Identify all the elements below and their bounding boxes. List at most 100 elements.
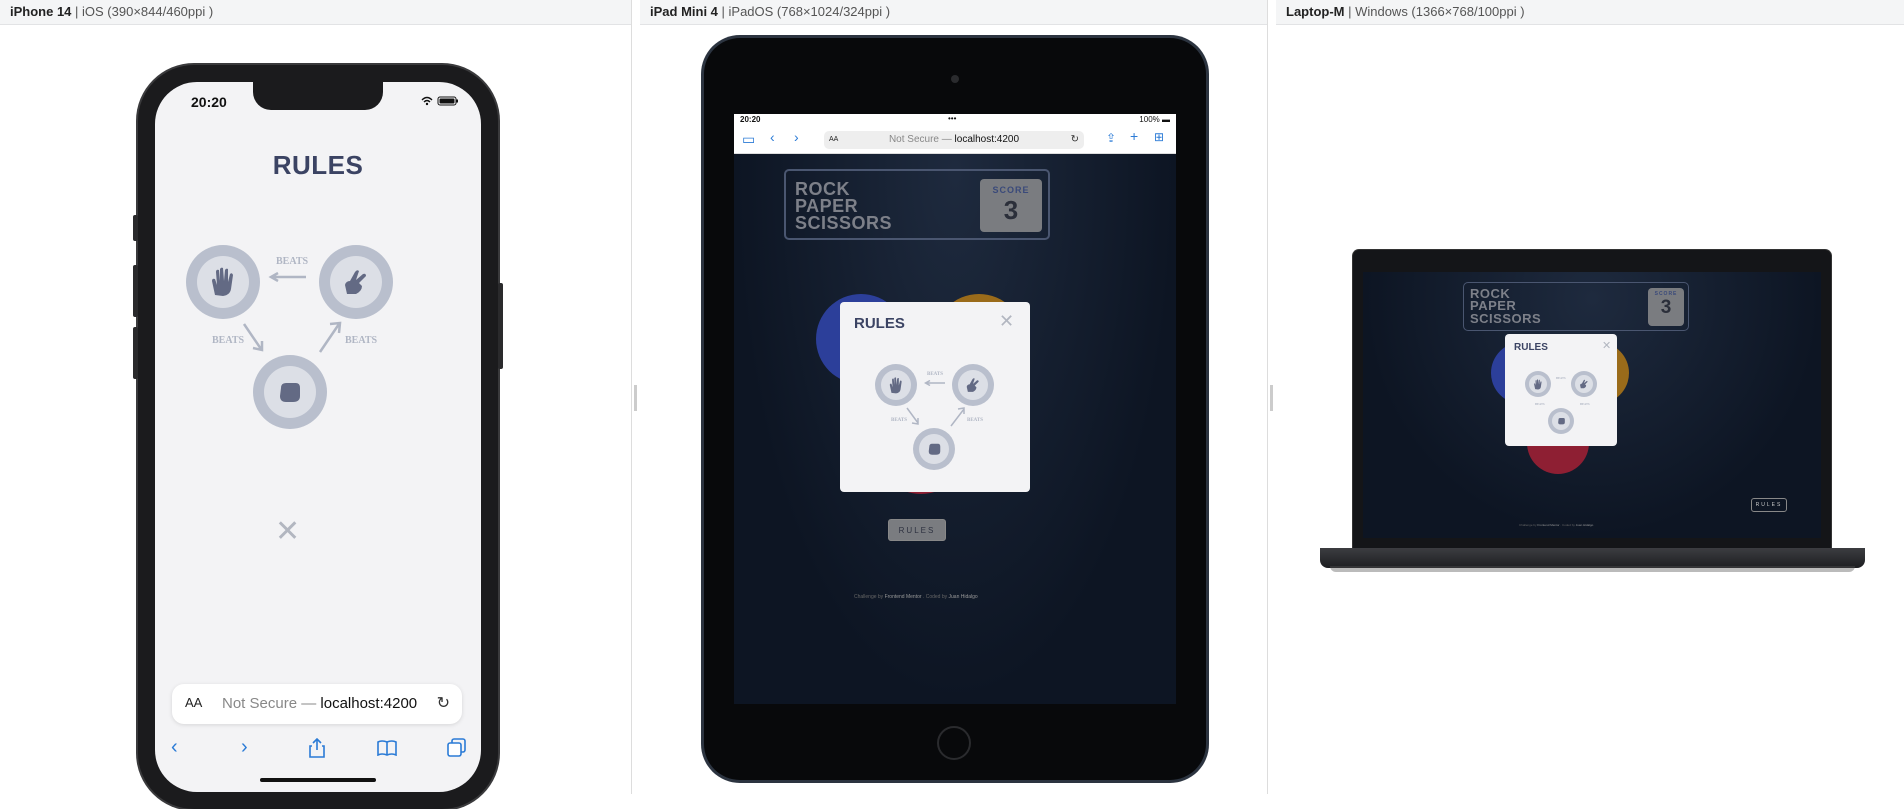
reload-icon[interactable]: ↻	[437, 693, 450, 713]
device-name: iPad Mini 4	[650, 4, 718, 19]
browser-toolbar: ▭ ‹ › AA Not Secure — localhost:4200 ↻ ⇪…	[734, 126, 1176, 154]
arrow-left-icon	[924, 380, 945, 386]
attribution: Challenge by Frontend Mentor . Coded by …	[1519, 523, 1593, 527]
title-line-scissors: SCISSORS	[795, 213, 893, 234]
arrow-up-right-icon	[318, 321, 342, 353]
panel-body: 20:20 RULES BEATS BEATS BEATS ✕ AA Not S…	[0, 25, 631, 809]
reload-icon[interactable]: ↻	[1071, 131, 1079, 149]
hand-paper-icon	[889, 376, 902, 393]
beats-label: BEATS	[212, 335, 245, 346]
back-icon[interactable]: ‹	[770, 129, 775, 145]
device-spec: | iPadOS (768×1024/324ppi )	[717, 4, 891, 19]
notch	[253, 82, 383, 110]
attribution: Challenge by Frontend Mentor . Coded by …	[854, 594, 978, 600]
share-icon[interactable]: ⇪	[1106, 131, 1116, 145]
paper-token	[1525, 371, 1551, 397]
url-host: localhost:4200	[954, 134, 1020, 145]
home-indicator	[260, 778, 376, 782]
laptop-shadow	[1330, 566, 1855, 572]
hand-scissors-icon	[345, 270, 366, 294]
game-header: ROCK PAPER SCISSORS SCORE 3	[1463, 282, 1689, 331]
hand-scissors-icon	[966, 378, 979, 392]
tabs-icon[interactable]: ⊞	[1154, 130, 1164, 144]
forward-icon[interactable]: ›	[794, 129, 799, 145]
sidebar-icon[interactable]: ▭	[742, 131, 755, 148]
device-name: Laptop-M	[1286, 4, 1345, 19]
attribution-challenge-by: Challenge by	[854, 594, 884, 600]
browser-toolbar: ‹ ›	[155, 732, 481, 772]
ipad-screen: 20:20 ••• 100% ▬ ▭ ‹ › AA Not Secure — l…	[734, 114, 1176, 704]
power-button	[498, 283, 503, 369]
resize-handle[interactable]	[1270, 385, 1273, 411]
arrow-down-right-icon	[242, 323, 264, 352]
beats-label: BEATS	[967, 418, 984, 423]
front-camera	[951, 75, 959, 83]
status-time: 20:20	[191, 94, 227, 110]
beats-label: BEATS	[1556, 376, 1566, 380]
new-tab-icon[interactable]: +	[1130, 128, 1138, 144]
rules-button[interactable]: RULES	[888, 519, 946, 541]
score-label: SCORE	[992, 185, 1030, 195]
rock-token	[1548, 408, 1574, 434]
score-box: SCORE 3	[980, 179, 1042, 232]
rock-token	[253, 355, 327, 429]
device-name: iPhone 14	[10, 4, 72, 19]
address-bar[interactable]: AA Not Secure — localhost:4200 ↻	[824, 131, 1084, 149]
coder-link[interactable]: Juan Hidalgo	[1576, 523, 1594, 527]
volume-down-button	[133, 327, 138, 379]
share-icon[interactable]	[309, 738, 325, 758]
text-size-button[interactable]: AA	[829, 131, 838, 149]
title-line-scissors: SCISSORS	[1470, 310, 1542, 326]
rules-modal: RULES ✕ BEATS BEATS BEATS	[840, 302, 1030, 492]
text-size-button[interactable]: AA	[185, 695, 202, 710]
resize-handle[interactable]	[634, 385, 637, 411]
battery-icon: 100% ▬	[1139, 115, 1170, 124]
rules-button[interactable]: RULES	[1751, 498, 1787, 512]
back-icon[interactable]: ‹	[171, 736, 178, 759]
volume-up-button	[133, 265, 138, 317]
ipad-frame: 20:20 ••• 100% ▬ ▭ ‹ › AA Not Secure — l…	[704, 38, 1206, 780]
modal-title: RULES	[1514, 342, 1548, 353]
device-header: iPhone 14 | iOS (390×844/460ppi )	[0, 0, 631, 25]
security-label: Not Secure —	[888, 134, 952, 145]
bookmarks-icon[interactable]	[377, 740, 397, 756]
wifi-battery-icon	[421, 96, 458, 106]
arrow-up-right-icon	[950, 407, 965, 427]
device-header: iPad Mini 4 | iPadOS (768×1024/324ppi )	[640, 0, 1267, 25]
game-title: ROCK PAPER SCISSORS	[795, 180, 893, 234]
score-box: SCORE 3	[1648, 288, 1684, 326]
coder-link[interactable]: Juan Hidalgo	[949, 594, 978, 600]
address-bar[interactable]: AA Not Secure — localhost:4200 ↻	[172, 684, 462, 724]
close-button[interactable]: ✕	[999, 311, 1014, 332]
beats-label: BEATS	[927, 372, 944, 377]
arrow-down-right-icon	[906, 407, 919, 425]
close-button[interactable]: ✕	[1602, 339, 1611, 352]
frontend-mentor-link[interactable]: Frontend Mentor	[1537, 523, 1559, 527]
tabs-icon[interactable]	[447, 738, 467, 758]
beats-label: BEATS	[345, 335, 378, 346]
paper-token	[186, 245, 260, 319]
hand-rock-icon	[1557, 418, 1565, 425]
home-button[interactable]	[937, 726, 971, 760]
scissors-token	[319, 245, 393, 319]
paper-token	[875, 364, 917, 406]
device-header: Laptop-M | Windows (1366×768/100ppi )	[1276, 0, 1904, 25]
phone-screen: 20:20 RULES BEATS BEATS BEATS ✕ AA Not S…	[155, 82, 481, 792]
more-dots-icon: •••	[948, 114, 957, 123]
beats-label: BEATS	[276, 256, 309, 267]
scissors-token	[1571, 371, 1597, 397]
laptop-screen: ROCK PAPER SCISSORS SCORE 3 RULES ✕ BEAT…	[1363, 272, 1821, 538]
laptop-frame: ROCK PAPER SCISSORS SCORE 3 RULES ✕ BEAT…	[1353, 250, 1831, 548]
url-host: localhost:4200	[320, 695, 418, 712]
game-header: ROCK PAPER SCISSORS SCORE 3	[784, 169, 1050, 240]
forward-icon[interactable]: ›	[241, 736, 248, 759]
rock-token	[913, 428, 955, 470]
beats-label: BEATS	[891, 418, 908, 423]
modal-title: RULES	[854, 315, 905, 332]
frontend-mentor-link[interactable]: Frontend Mentor	[885, 594, 922, 600]
hand-scissors-icon	[1580, 379, 1588, 389]
iphone-panel: iPhone 14 | iOS (390×844/460ppi ) 20:20 …	[0, 0, 632, 809]
close-button[interactable]: ✕	[275, 514, 300, 549]
url-field[interactable]: Not Secure — localhost:4200	[222, 695, 417, 712]
device-spec: | iOS (390×844/460ppi )	[71, 4, 214, 19]
